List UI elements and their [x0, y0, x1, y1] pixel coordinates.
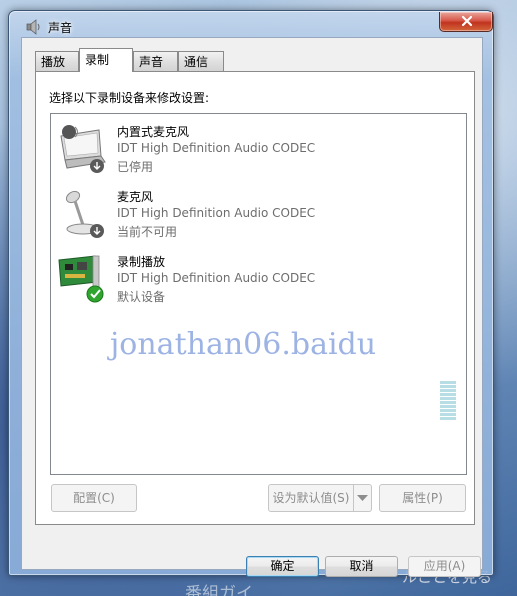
configure-button[interactable]: 配置(C): [51, 484, 137, 512]
device-name: 麦克风: [117, 190, 154, 204]
tab-recording[interactable]: 录制: [79, 48, 133, 72]
device-status: 已停用: [117, 160, 154, 174]
audio-level-meter: [440, 381, 456, 423]
device-name: 录制播放: [117, 255, 166, 269]
speaker-icon: [26, 19, 40, 35]
device-driver: IDT High Definition Audio CODEC: [117, 206, 316, 220]
laptop-microphone-icon: [60, 125, 106, 173]
instruction-label: 选择以下录制设备来修改设置:: [49, 91, 210, 105]
device-driver: IDT High Definition Audio CODEC: [117, 271, 316, 285]
desk-microphone-icon: [65, 190, 104, 238]
window-title: 声音: [48, 21, 73, 35]
watermark-text: jonathan06.baidu: [110, 327, 377, 362]
title-bar[interactable]: 声音: [9, 11, 493, 39]
device-status: 当前不可用: [117, 225, 178, 239]
ok-button[interactable]: 确定: [246, 556, 319, 577]
wallpaper-text-bottom: 番組ガイ: [185, 584, 253, 596]
sound-dialog-window: 声音 播放 录制 声音 通信 选择以下录制设备来修改设置: 内置式麦克风 IDT…: [8, 10, 494, 577]
tab-playback[interactable]: 播放: [35, 51, 79, 71]
sound-card-icon: [58, 255, 104, 303]
set-default-dropdown-button[interactable]: [354, 484, 372, 512]
list-item-microphone[interactable]: 麦克风 IDT High Definition Audio CODEC 当前不可…: [51, 179, 466, 242]
set-default-button[interactable]: 设为默认值(S): [268, 484, 354, 512]
cancel-button[interactable]: 取消: [325, 556, 398, 577]
list-item-internal-microphone[interactable]: 内置式麦克风 IDT High Definition Audio CODEC 已…: [51, 114, 466, 177]
device-status: 默认设备: [117, 290, 166, 304]
dialog-client-area: 播放 录制 声音 通信 选择以下录制设备来修改设置: 内置式麦克风 IDT Hi…: [21, 37, 483, 577]
device-name: 内置式麦克风: [117, 125, 190, 139]
properties-button[interactable]: 属性(P): [379, 484, 466, 512]
close-icon: [461, 15, 473, 27]
chevron-down-icon: [357, 495, 368, 501]
recording-tab-panel: 选择以下录制设备来修改设置: 内置式麦克风 IDT High Definitio…: [35, 71, 475, 525]
recording-device-list[interactable]: 内置式麦克风 IDT High Definition Audio CODEC 已…: [50, 113, 467, 475]
device-driver: IDT High Definition Audio CODEC: [117, 141, 316, 155]
apply-button[interactable]: 应用(A): [408, 556, 481, 577]
close-button[interactable]: [439, 12, 493, 32]
list-item-stereo-mix[interactable]: 录制播放 IDT High Definition Audio CODEC 默认设…: [51, 244, 466, 420]
tab-sounds[interactable]: 声音: [133, 51, 178, 71]
tab-communications[interactable]: 通信: [178, 51, 224, 71]
